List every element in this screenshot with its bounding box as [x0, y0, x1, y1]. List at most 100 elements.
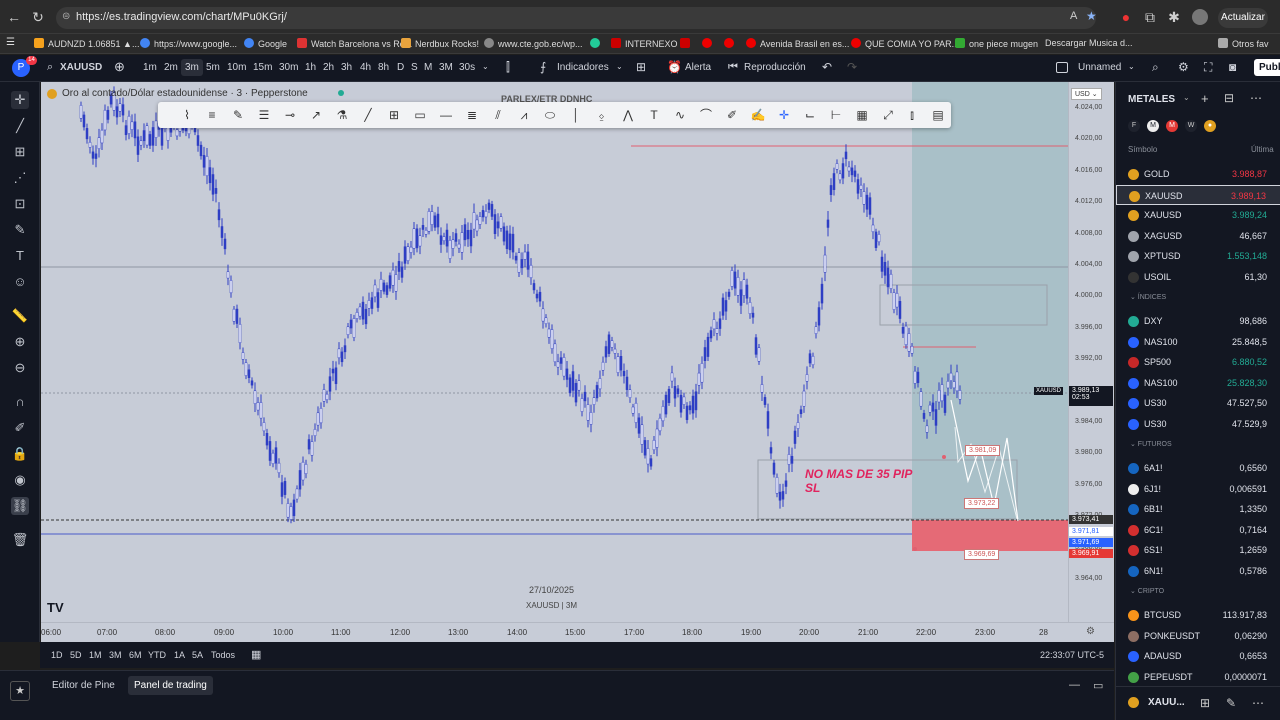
tf-30m[interactable]: 30m	[279, 62, 298, 73]
range-all[interactable]: Todos	[211, 650, 235, 660]
brush-icon[interactable]: ✍	[749, 106, 767, 124]
tradingview-logo[interactable]: TV	[47, 600, 64, 615]
zoom-out-icon[interactable]: ⊖	[11, 359, 29, 377]
replay-button[interactable]: Reproducción	[744, 62, 806, 73]
bookmark-item[interactable]: Watch Barcelona vs Re...	[297, 38, 412, 49]
replay-icon[interactable]: ⏮	[728, 61, 738, 74]
bookmark-item[interactable]: Descargar Musica d...	[1045, 38, 1133, 48]
channel-icon[interactable]: ⫽	[489, 106, 507, 124]
layout-name[interactable]: Unnamed	[1078, 62, 1121, 73]
fib-retracement-icon[interactable]: ☰	[255, 106, 273, 124]
tf-3m[interactable]: 3m	[181, 59, 203, 76]
chart-title[interactable]: Oro al contado/Dólar estadounidense · 3 …	[62, 88, 308, 99]
minimize-icon[interactable]: —	[1069, 679, 1080, 691]
translate-icon[interactable]: A	[1070, 10, 1077, 22]
watchlist-row[interactable]: PEPEUSDT 0,0000071	[1116, 667, 1280, 687]
currency-select[interactable]: USD ⌄	[1071, 88, 1102, 100]
watchlist-row[interactable]: US30 47.527,50	[1116, 393, 1280, 413]
filter-chip[interactable]: M	[1147, 120, 1159, 132]
watchlist-row[interactable]: XAUUSD 3.989,24	[1116, 205, 1280, 225]
more-icon[interactable]: ⋯	[1252, 696, 1264, 710]
watchlist-row[interactable]: ADAUSD 0,6653	[1116, 646, 1280, 666]
chevron-down-icon[interactable]: ⌄	[1128, 62, 1135, 71]
templates-icon[interactable]: ⊞	[636, 60, 646, 74]
site-info-icon[interactable]: ⊜	[62, 11, 70, 22]
bookmark-item[interactable]: QUE COMIA YO PAR...	[851, 38, 959, 49]
price-axis[interactable]: USD ⌄ 4.024,00 4.020,00 4.016,00 4.012,00 4.…	[1034, 82, 1114, 622]
indicators-button[interactable]: Indicadores	[557, 62, 609, 73]
trash-icon[interactable]: 🗑	[11, 531, 29, 549]
profile-avatar[interactable]	[1192, 9, 1208, 25]
tf-5m[interactable]: 5m	[206, 62, 220, 73]
quick-search-icon[interactable]: ⌕	[1152, 60, 1159, 75]
lock-icon[interactable]: 🔒	[11, 445, 29, 463]
text-tool-icon[interactable]: T	[11, 247, 29, 265]
ray-icon[interactable]: ╱	[359, 106, 377, 124]
tf-1m[interactable]: 1m	[143, 62, 157, 73]
watchlist-row[interactable]: NAS100 25.848,5	[1116, 332, 1280, 352]
tf-1h[interactable]: 1h	[305, 62, 316, 73]
emoji-icon[interactable]: ☺	[11, 273, 29, 291]
alert-button[interactable]: Alerta	[685, 62, 711, 73]
table-icon[interactable]: ▦	[853, 106, 871, 124]
more-icon[interactable]: ⋯	[1250, 91, 1262, 105]
range-1m[interactable]: 1M	[89, 650, 102, 660]
wave-icon[interactable]: ⌇	[178, 106, 196, 124]
address-bar[interactable]: ⊜ https://es.tradingview.com/chart/MPu0K…	[56, 7, 1097, 29]
crosshair-icon[interactable]: ✛	[775, 106, 793, 124]
search-icon[interactable]: ⌕	[47, 61, 53, 74]
indicators-icon[interactable]: ⨍	[540, 60, 546, 74]
watchlist-title[interactable]: METALES	[1128, 94, 1175, 105]
filter-chip[interactable]: M	[1166, 120, 1178, 132]
bookmark-item[interactable]: https://www.google...	[140, 38, 237, 49]
watchlist-row[interactable]: SP500 6.880,52	[1116, 352, 1280, 372]
watchlist-row[interactable]: PONKEUSDT 0,06290	[1116, 626, 1280, 646]
watchlist-row[interactable]: 6C1! 0,7164	[1116, 520, 1280, 540]
maximize-icon[interactable]: ▭	[1093, 679, 1103, 692]
stay-drawing-icon[interactable]: ✐	[11, 419, 29, 437]
grid-icon[interactable]: ⊞	[1200, 696, 1210, 710]
footer-symbol[interactable]: XAUU...	[1148, 697, 1185, 708]
range-1d[interactable]: 1D	[51, 650, 63, 660]
col-last-header[interactable]: Última	[1251, 145, 1274, 154]
date-range-icon[interactable]: ⊢	[827, 106, 845, 124]
bookmark-item[interactable]: Google	[244, 38, 287, 49]
fib-fan-icon[interactable]: ≣	[463, 106, 481, 124]
watchlist-row[interactable]: 6J1! 0,006591	[1116, 479, 1280, 499]
watchlist-row[interactable]: 6N1! 0,5786	[1116, 561, 1280, 581]
chevron-down-icon[interactable]: ⌄	[1183, 93, 1190, 102]
tab-pine-editor[interactable]: Editor de Pine	[52, 680, 115, 691]
magnet-icon[interactable]: ∩	[11, 393, 29, 411]
crosshair-icon[interactable]: ✛	[11, 91, 29, 109]
watchlist-row[interactable]: USOIL 61,30	[1116, 267, 1280, 287]
horizontal-ray-icon[interactable]: ⊸	[281, 106, 299, 124]
compare-add-icon[interactable]: ⊕	[114, 59, 125, 75]
parallel-channel-icon[interactable]: ≡	[203, 106, 221, 124]
tab-trading-panel[interactable]: Panel de trading	[128, 676, 213, 695]
range-6m[interactable]: 6M	[129, 650, 142, 660]
publish-button[interactable]: Publ	[1254, 59, 1280, 76]
alarm-clock-icon[interactable]: ⏰	[667, 60, 682, 74]
time-axis[interactable]: 06:00 07:00 08:00 09:00 10:00 11:00 12:00 13:00…	[41, 622, 1114, 642]
redo-icon[interactable]: ↷	[847, 60, 857, 74]
filter-chip[interactable]: ●	[1204, 120, 1216, 132]
star-icon[interactable]: ★	[10, 681, 30, 701]
watchlist-row[interactable]: XAGUSD 46,667	[1116, 226, 1280, 246]
filter-chip[interactable]: F	[1128, 120, 1140, 132]
undo-icon[interactable]: ↶	[822, 60, 832, 74]
horizontal-line-icon[interactable]: —	[437, 106, 455, 124]
curve-icon[interactable]: ⌒	[697, 106, 715, 124]
watchlist-row[interactable]: BTCUSD 113.917,83	[1116, 605, 1280, 625]
text-tool-icon[interactable]: T	[645, 106, 663, 124]
chevron-down-icon[interactable]: ⌄	[616, 62, 623, 71]
extensions-icon[interactable]: ⧉	[1142, 9, 1158, 25]
settings-gear-icon[interactable]: ⚙	[1178, 60, 1189, 74]
extensions-puzzle-icon[interactable]: ✱	[1166, 9, 1182, 25]
measure-icon[interactable]: ⤢	[879, 106, 897, 124]
arrow-icon[interactable]: ↗	[307, 106, 325, 124]
brush-icon[interactable]: ✎	[11, 221, 29, 239]
layout-icon[interactable]	[1056, 62, 1068, 73]
tf-d[interactable]: D	[397, 62, 404, 73]
watchlist-row[interactable]: NAS100 25.828,30	[1116, 373, 1280, 393]
bookmark-item[interactable]: Otros fav	[1218, 38, 1269, 49]
